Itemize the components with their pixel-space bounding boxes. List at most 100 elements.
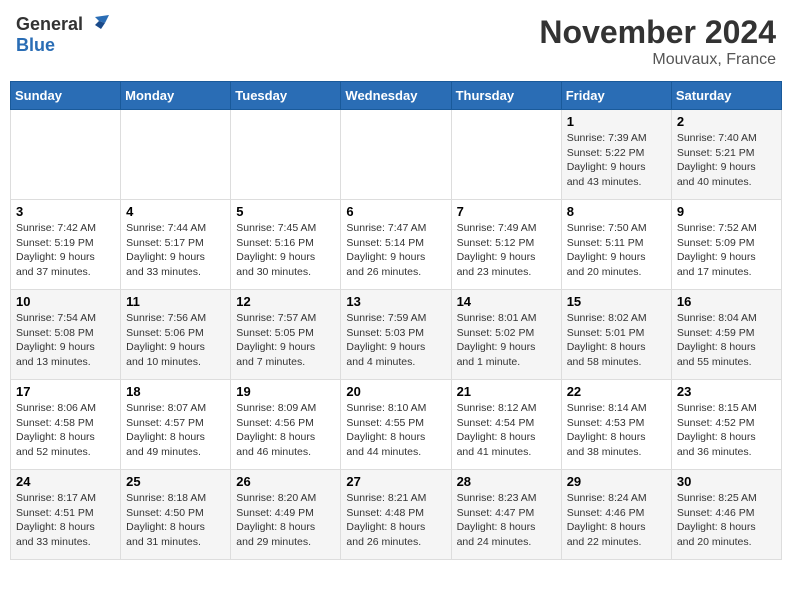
day-number: 11	[126, 294, 225, 309]
title-area: November 2024 Mouvaux, France	[539, 14, 776, 69]
day-cell: 30 Sunrise: 8:25 AMSunset: 4:46 PMDayligh…	[671, 470, 781, 560]
day-cell: 16 Sunrise: 8:04 AMSunset: 4:59 PMDayligh…	[671, 290, 781, 380]
day-number: 16	[677, 294, 776, 309]
header-row: SundayMondayTuesdayWednesdayThursdayFrid…	[11, 82, 782, 110]
logo-general: General	[16, 14, 83, 35]
logo-bird-icon	[87, 13, 109, 35]
day-cell: 8 Sunrise: 7:50 AMSunset: 5:11 PMDaylight…	[561, 200, 671, 290]
day-info: Sunrise: 7:40 AMSunset: 5:21 PMDaylight:…	[677, 131, 776, 190]
day-number: 13	[346, 294, 445, 309]
day-info: Sunrise: 8:23 AMSunset: 4:47 PMDaylight:…	[457, 491, 556, 550]
day-number: 10	[16, 294, 115, 309]
day-number: 1	[567, 114, 666, 129]
day-cell	[121, 110, 231, 200]
day-info: Sunrise: 8:14 AMSunset: 4:53 PMDaylight:…	[567, 401, 666, 460]
day-cell: 3Sunrise: 7:42 AMSunset: 5:19 PMDaylight…	[11, 200, 121, 290]
day-number: 25	[126, 474, 225, 489]
logo-blue: Blue	[16, 35, 55, 56]
day-number: 29	[567, 474, 666, 489]
day-info: Sunrise: 8:10 AMSunset: 4:55 PMDaylight:…	[346, 401, 445, 460]
day-cell	[341, 110, 451, 200]
day-number: 3	[16, 204, 115, 219]
day-number: 24	[16, 474, 115, 489]
day-number: 17	[16, 384, 115, 399]
day-info: Sunrise: 8:12 AMSunset: 4:54 PMDaylight:…	[457, 401, 556, 460]
day-info: Sunrise: 8:07 AMSunset: 4:57 PMDaylight:…	[126, 401, 225, 460]
day-cell: 19Sunrise: 8:09 AMSunset: 4:56 PMDayligh…	[231, 380, 341, 470]
day-cell: 13 Sunrise: 7:59 AMSunset: 5:03 PMDayligh…	[341, 290, 451, 380]
day-info: Sunrise: 8:15 AMSunset: 4:52 PMDaylight:…	[677, 401, 776, 460]
month-title: November 2024	[539, 14, 776, 51]
day-cell: 27 Sunrise: 8:21 AMSunset: 4:48 PMDayligh…	[341, 470, 451, 560]
day-cell: 1Sunrise: 7:39 AMSunset: 5:22 PMDaylight…	[561, 110, 671, 200]
day-cell: 24 Sunrise: 8:17 AMSunset: 4:51 PMDayligh…	[11, 470, 121, 560]
day-number: 30	[677, 474, 776, 489]
header-day-monday: Monday	[121, 82, 231, 110]
day-number: 7	[457, 204, 556, 219]
day-number: 8	[567, 204, 666, 219]
logo: General Blue	[16, 14, 109, 56]
day-info: Sunrise: 8:09 AMSunset: 4:56 PMDaylight:…	[236, 401, 335, 460]
day-number: 26	[236, 474, 335, 489]
day-number: 12	[236, 294, 335, 309]
day-number: 20	[346, 384, 445, 399]
day-cell: 20 Sunrise: 8:10 AMSunset: 4:55 PMDayligh…	[341, 380, 451, 470]
day-cell: 2 Sunrise: 7:40 AMSunset: 5:21 PMDaylight…	[671, 110, 781, 200]
week-row-2: 3Sunrise: 7:42 AMSunset: 5:19 PMDaylight…	[11, 200, 782, 290]
week-row-3: 10 Sunrise: 7:54 AMSunset: 5:08 PMDayligh…	[11, 290, 782, 380]
day-cell: 21Sunrise: 8:12 AMSunset: 4:54 PMDayligh…	[451, 380, 561, 470]
day-cell: 15 Sunrise: 8:02 AMSunset: 5:01 PMDayligh…	[561, 290, 671, 380]
day-cell: 4 Sunrise: 7:44 AMSunset: 5:17 PMDaylight…	[121, 200, 231, 290]
day-number: 18	[126, 384, 225, 399]
day-number: 27	[346, 474, 445, 489]
day-cell	[11, 110, 121, 200]
location-title: Mouvaux, France	[539, 51, 776, 69]
week-row-1: 1Sunrise: 7:39 AMSunset: 5:22 PMDaylight…	[11, 110, 782, 200]
day-info: Sunrise: 8:18 AMSunset: 4:50 PMDaylight:…	[126, 491, 225, 550]
day-info: Sunrise: 7:59 AMSunset: 5:03 PMDaylight:…	[346, 311, 445, 370]
header-day-sunday: Sunday	[11, 82, 121, 110]
day-cell: 12 Sunrise: 7:57 AMSunset: 5:05 PMDayligh…	[231, 290, 341, 380]
day-info: Sunrise: 7:57 AMSunset: 5:05 PMDaylight:…	[236, 311, 335, 370]
day-number: 2	[677, 114, 776, 129]
day-cell: 10 Sunrise: 7:54 AMSunset: 5:08 PMDayligh…	[11, 290, 121, 380]
day-cell: 26Sunrise: 8:20 AMSunset: 4:49 PMDayligh…	[231, 470, 341, 560]
day-info: Sunrise: 8:01 AMSunset: 5:02 PMDaylight:…	[457, 311, 556, 370]
day-number: 22	[567, 384, 666, 399]
header-day-friday: Friday	[561, 82, 671, 110]
day-number: 28	[457, 474, 556, 489]
day-number: 15	[567, 294, 666, 309]
day-number: 4	[126, 204, 225, 219]
day-info: Sunrise: 7:49 AMSunset: 5:12 PMDaylight:…	[457, 221, 556, 280]
day-info: Sunrise: 7:47 AMSunset: 5:14 PMDaylight:…	[346, 221, 445, 280]
day-info: Sunrise: 8:21 AMSunset: 4:48 PMDaylight:…	[346, 491, 445, 550]
day-info: Sunrise: 7:52 AMSunset: 5:09 PMDaylight:…	[677, 221, 776, 280]
day-cell: 11 Sunrise: 7:56 AMSunset: 5:06 PMDayligh…	[121, 290, 231, 380]
day-info: Sunrise: 7:44 AMSunset: 5:17 PMDaylight:…	[126, 221, 225, 280]
day-cell	[231, 110, 341, 200]
week-row-4: 17Sunrise: 8:06 AMSunset: 4:58 PMDayligh…	[11, 380, 782, 470]
day-cell: 14 Sunrise: 8:01 AMSunset: 5:02 PMDayligh…	[451, 290, 561, 380]
day-cell: 7 Sunrise: 7:49 AMSunset: 5:12 PMDaylight…	[451, 200, 561, 290]
day-number: 9	[677, 204, 776, 219]
day-info: Sunrise: 7:56 AMSunset: 5:06 PMDaylight:…	[126, 311, 225, 370]
day-info: Sunrise: 8:25 AMSunset: 4:46 PMDaylight:…	[677, 491, 776, 550]
day-info: Sunrise: 7:54 AMSunset: 5:08 PMDaylight:…	[16, 311, 115, 370]
day-info: Sunrise: 8:24 AMSunset: 4:46 PMDaylight:…	[567, 491, 666, 550]
header-day-wednesday: Wednesday	[341, 82, 451, 110]
day-info: Sunrise: 8:04 AMSunset: 4:59 PMDaylight:…	[677, 311, 776, 370]
day-info: Sunrise: 8:17 AMSunset: 4:51 PMDaylight:…	[16, 491, 115, 550]
day-cell: 6 Sunrise: 7:47 AMSunset: 5:14 PMDaylight…	[341, 200, 451, 290]
day-cell: 18 Sunrise: 8:07 AMSunset: 4:57 PMDayligh…	[121, 380, 231, 470]
day-info: Sunrise: 7:50 AMSunset: 5:11 PMDaylight:…	[567, 221, 666, 280]
page-header: General Blue November 2024 Mouvaux, Fran…	[10, 10, 782, 73]
day-number: 14	[457, 294, 556, 309]
day-number: 6	[346, 204, 445, 219]
day-cell: 9 Sunrise: 7:52 AMSunset: 5:09 PMDaylight…	[671, 200, 781, 290]
header-day-tuesday: Tuesday	[231, 82, 341, 110]
day-number: 23	[677, 384, 776, 399]
day-info: Sunrise: 8:02 AMSunset: 5:01 PMDaylight:…	[567, 311, 666, 370]
day-cell	[451, 110, 561, 200]
day-number: 5	[236, 204, 335, 219]
week-row-5: 24 Sunrise: 8:17 AMSunset: 4:51 PMDayligh…	[11, 470, 782, 560]
